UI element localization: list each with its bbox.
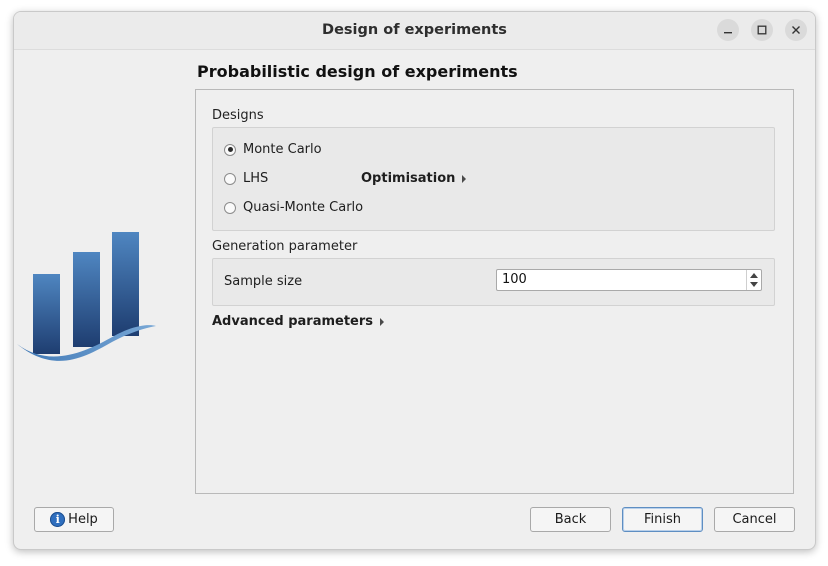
back-button[interactable]: Back (530, 507, 611, 532)
optimisation-expander[interactable]: Optimisation (361, 171, 467, 186)
radio-label: LHS (243, 171, 269, 186)
sample-size-label: Sample size (224, 274, 303, 289)
sample-size-input[interactable] (497, 270, 752, 290)
minimize-icon (724, 32, 732, 34)
maximize-button[interactable] (751, 19, 773, 41)
increment-arrow-icon[interactable] (750, 273, 758, 278)
title-bar[interactable]: Design of experiments (14, 12, 815, 50)
advanced-parameters-expander[interactable]: Advanced parameters (212, 314, 385, 329)
radio-quasi-monte-carlo[interactable]: Quasi-Monte Carlo (224, 200, 363, 215)
maximize-icon (757, 25, 767, 35)
generation-parameter-label: Generation parameter (212, 239, 358, 254)
minimize-button[interactable] (717, 19, 739, 41)
help-button-label: Help (68, 512, 98, 527)
radio-label: Quasi-Monte Carlo (243, 200, 364, 215)
designs-label: Designs (212, 108, 264, 123)
radio-lhs[interactable]: LHS (224, 171, 268, 186)
window-title: Design of experiments (322, 22, 507, 38)
spin-buttons[interactable] (746, 270, 761, 290)
help-button[interactable]: i Help (34, 507, 114, 532)
radio-button[interactable] (224, 143, 236, 156)
designs-group: Monte Carlo LHS Quasi-Monte Carlo Optimi… (212, 127, 775, 231)
close-icon (792, 26, 800, 34)
info-icon: i (50, 512, 66, 527)
cancel-button[interactable]: Cancel (714, 507, 795, 532)
chevron-right-icon (380, 317, 385, 326)
finish-button[interactable]: Finish (622, 507, 703, 532)
sample-size-spinbox[interactable] (496, 269, 762, 291)
optimisation-label: Optimisation (361, 171, 456, 186)
main-panel: Designs Monte Carlo LHS Quasi-Monte Carl… (195, 89, 794, 494)
dialog-window: Design of experiments Probabilistic desi… (13, 11, 816, 550)
generation-group: Sample size (212, 258, 775, 306)
radio-monte-carlo[interactable]: Monte Carlo (224, 142, 322, 157)
radio-button[interactable] (224, 201, 236, 214)
app-logo-icon (17, 232, 156, 361)
radio-label: Monte Carlo (243, 142, 322, 157)
decrement-arrow-icon[interactable] (750, 282, 758, 287)
chevron-right-icon (462, 174, 467, 183)
page-title: Probabilistic design of experiments (197, 62, 518, 81)
advanced-parameters-label: Advanced parameters (212, 314, 374, 329)
radio-button[interactable] (224, 172, 236, 185)
close-button[interactable] (785, 19, 807, 41)
